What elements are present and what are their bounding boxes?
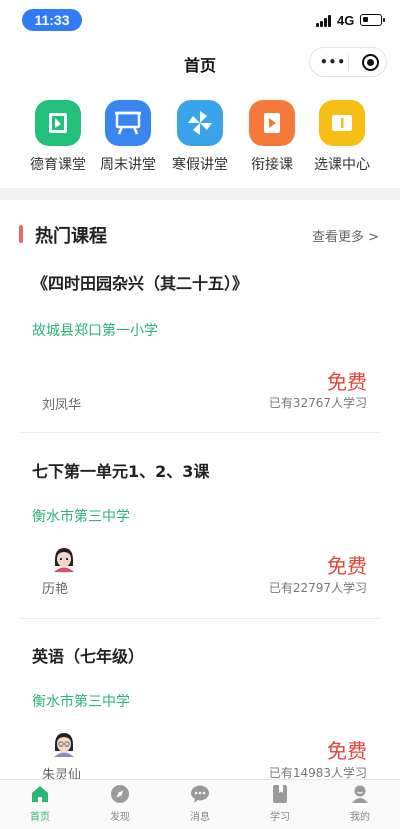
section-divider [0, 188, 400, 200]
category-item-deyu[interactable]: 德育课堂 [18, 100, 98, 174]
tab-messages[interactable]: 消息 [160, 784, 240, 823]
see-more-link[interactable]: 查看更多 > [312, 226, 379, 245]
battery-icon [360, 14, 385, 26]
user-icon [350, 784, 370, 804]
tab-profile[interactable]: 我的 [320, 784, 400, 823]
compass-icon [110, 784, 130, 804]
card-separator [20, 432, 380, 433]
course-learners: 已有22797人学习 [268, 581, 367, 595]
category-label: 寒假讲堂 [172, 157, 228, 173]
teacher-avatar [51, 730, 77, 757]
course-price: 免费 [327, 554, 367, 578]
course-learners: 已有32767人学习 [268, 396, 367, 410]
section-accent-bar [19, 225, 23, 243]
course-title: 《四时田园杂兴（其二十五）》 [32, 274, 249, 293]
pinwheel-icon [177, 100, 223, 146]
course-school: 衡水市第三中学 [32, 694, 130, 710]
course-school: 故城县郑口第一小学 [32, 323, 158, 339]
tab-home[interactable]: 首页 [0, 784, 80, 823]
course-title: 七下第一单元1、2、3课 [32, 462, 210, 481]
section-title: 热门课程 [35, 226, 107, 247]
category-grid: 德育课堂 周末讲堂 寒假讲堂 衔接课 选课中心 [0, 100, 400, 180]
category-label: 周末讲堂 [100, 157, 156, 173]
course-teacher: 历艳 [42, 582, 69, 597]
capsule-divider [348, 55, 349, 71]
course-teacher: 刘凤华 [42, 398, 82, 413]
book-icon [35, 100, 81, 146]
tab-label: 消息 [190, 812, 210, 823]
bottom-tab-bar: 首页 发现 消息 学习 我的 [0, 779, 400, 829]
tab-label: 学习 [270, 812, 290, 823]
tab-discover[interactable]: 发现 [80, 784, 160, 823]
category-item-bridge[interactable]: 衔接课 [232, 100, 312, 174]
tab-label: 发现 [110, 812, 130, 823]
category-item-course-center[interactable]: 选课中心 [302, 100, 382, 174]
course-school: 衡水市第三中学 [32, 509, 130, 525]
course-price: 免费 [327, 739, 367, 763]
miniprogram-capsule: ••• [309, 47, 387, 77]
nav-bar: 首页 ••• [0, 40, 400, 84]
category-label: 德育课堂 [30, 157, 86, 173]
video-icon [249, 100, 295, 146]
notice-icon [319, 100, 365, 146]
course-price: 免费 [327, 370, 367, 394]
category-label: 衔接课 [251, 157, 293, 173]
easel-icon [105, 100, 151, 146]
course-title: 英语（七年级） [32, 647, 145, 666]
status-time: 11:33 [22, 9, 82, 31]
home-icon [30, 784, 50, 804]
more-icon[interactable]: ••• [320, 56, 346, 68]
tab-label: 首页 [30, 812, 50, 823]
signal-icon [316, 15, 334, 27]
chat-icon [190, 784, 210, 804]
tab-label: 我的 [350, 812, 370, 823]
category-label: 选课中心 [314, 157, 370, 173]
teacher-avatar [51, 545, 77, 572]
category-item-weekend[interactable]: 周末讲堂 [88, 100, 168, 174]
tab-study[interactable]: 学习 [240, 784, 320, 823]
close-target-icon[interactable] [362, 54, 379, 71]
hot-courses-header: 热门课程 查看更多 > [0, 222, 400, 250]
bookmark-book-icon [270, 784, 290, 804]
category-item-winter[interactable]: 寒假讲堂 [160, 100, 240, 174]
status-bar: 11:33 4G [0, 0, 400, 40]
card-separator [20, 618, 380, 619]
network-label: 4G [337, 13, 355, 28]
